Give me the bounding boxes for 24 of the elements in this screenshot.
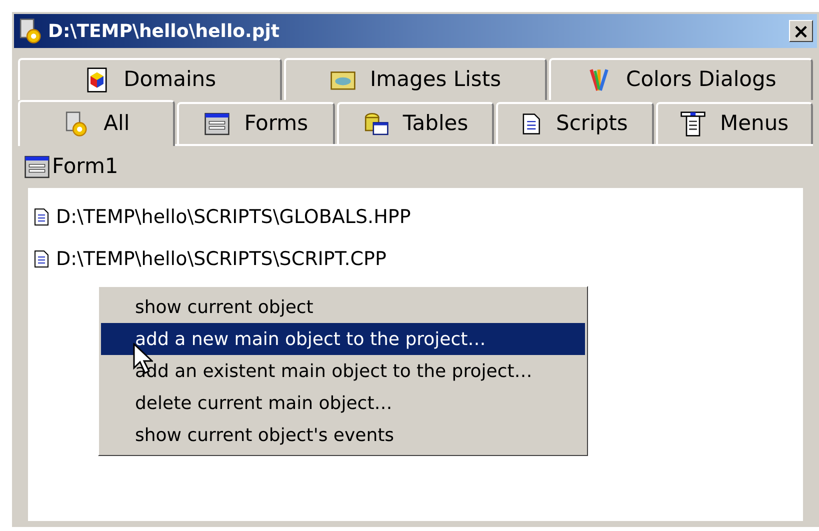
document-icon xyxy=(522,113,542,135)
tab[interactable]: Tables xyxy=(336,102,494,144)
window-title: D:\TEMP\hello\hello.pjt xyxy=(48,20,280,44)
tab[interactable]: Scripts xyxy=(496,102,654,144)
menu-item[interactable]: delete current main object… xyxy=(101,387,585,419)
table-icon xyxy=(362,111,389,137)
tab[interactable]: Menus xyxy=(656,102,814,144)
document-icon xyxy=(34,208,50,226)
list-item[interactable]: D:\TEMP\hello\SCRIPTS\GLOBALS.HPP xyxy=(56,202,411,232)
tab[interactable]: All xyxy=(18,100,176,146)
menu-item[interactable]: add a new main object to the project… xyxy=(101,323,585,355)
tab[interactable]: Images Lists xyxy=(284,58,548,100)
form-icon xyxy=(204,111,230,137)
tab[interactable]: Forms xyxy=(177,102,335,144)
list-item[interactable]: D:\TEMP\hello\SCRIPTS\SCRIPT.CPP xyxy=(56,244,386,274)
form-icon xyxy=(24,154,50,180)
close-button[interactable]: × xyxy=(789,20,813,42)
menu-item[interactable]: show current object's events xyxy=(101,419,585,451)
list-header: Form1 xyxy=(52,153,118,180)
document-icon xyxy=(34,250,50,268)
tab[interactable]: Colors Dialogs xyxy=(549,58,814,100)
menu-icon xyxy=(680,111,706,137)
tab[interactable]: Domains xyxy=(18,58,282,100)
menu-item[interactable]: show current object xyxy=(101,291,585,323)
